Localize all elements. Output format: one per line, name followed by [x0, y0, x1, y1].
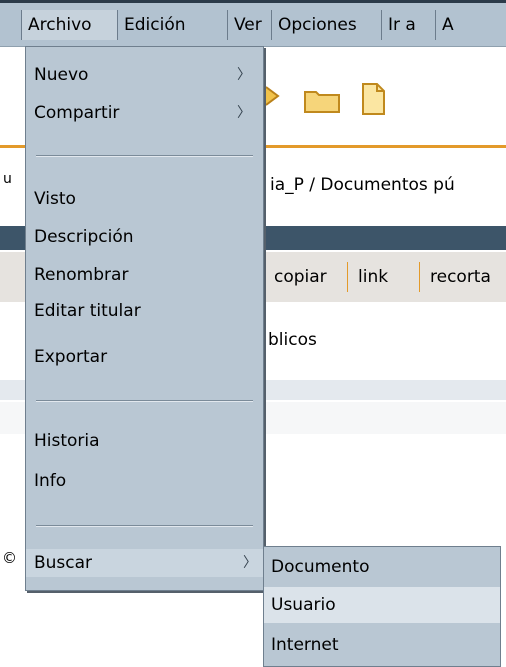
- menu-item-exportar[interactable]: Exportar: [34, 343, 257, 371]
- menu-edicion[interactable]: Edición: [118, 10, 228, 40]
- window-top-border: [0, 0, 506, 3]
- menu-item-nuevo[interactable]: Nuevo 〉: [34, 61, 257, 89]
- path-text[interactable]: ia_P / Documentos pú: [270, 170, 455, 200]
- menu-separator: [36, 400, 253, 402]
- menu-separator: [36, 155, 253, 157]
- menu-item-info[interactable]: Info: [34, 467, 257, 495]
- path-prefix: u: [3, 171, 12, 187]
- document-icon[interactable]: [358, 81, 388, 117]
- action-recortar[interactable]: recorta: [420, 262, 506, 292]
- menu-ir-a[interactable]: Ir a: [382, 10, 436, 40]
- chevron-right-icon: 〉: [237, 105, 251, 121]
- menu-archivo[interactable]: Archivo: [22, 10, 118, 40]
- menu-item-label: Compartir: [34, 103, 120, 123]
- folder-icon[interactable]: [302, 85, 342, 115]
- folder-name[interactable]: blicos: [268, 325, 317, 355]
- submenu-item-usuario[interactable]: Usuario: [264, 587, 500, 623]
- menu-item-renombrar[interactable]: Renombrar: [34, 261, 257, 289]
- forward-arrow-icon[interactable]: [264, 83, 282, 109]
- submenu-item-internet[interactable]: Internet: [264, 627, 500, 663]
- archivo-dropdown-menu: Nuevo 〉 Compartir 〉 Visto Descripción Re…: [25, 46, 264, 591]
- submenu-item-documento[interactable]: Documento: [264, 549, 500, 585]
- menu-item-label: Nuevo: [34, 65, 89, 85]
- menu-item-editar-titular[interactable]: Editar titular: [34, 297, 257, 325]
- menu-item-compartir[interactable]: Compartir 〉: [34, 99, 257, 127]
- menu-ver[interactable]: Ver: [228, 10, 272, 40]
- left-edge-glyph: ©: [2, 549, 17, 567]
- buscar-submenu: Documento Usuario Internet: [263, 546, 501, 667]
- menu-bar: Archivo Edición Ver Opciones Ir a A: [0, 0, 506, 47]
- action-copiar[interactable]: copiar: [264, 262, 348, 292]
- menu-opciones[interactable]: Opciones: [272, 10, 382, 40]
- menu-item-descripcion[interactable]: Descripción: [34, 223, 257, 251]
- chevron-right-icon: 〉: [237, 67, 251, 83]
- menu-separator: [36, 525, 253, 527]
- chevron-right-icon: 〉: [243, 555, 257, 571]
- menu-item-label: Buscar: [34, 553, 93, 573]
- menu-item-historia[interactable]: Historia: [34, 427, 257, 455]
- menu-a[interactable]: A: [436, 10, 506, 40]
- menu-item-buscar[interactable]: Buscar 〉: [26, 549, 263, 577]
- menu-item-visto[interactable]: Visto: [34, 185, 257, 213]
- action-link[interactable]: link: [348, 262, 420, 292]
